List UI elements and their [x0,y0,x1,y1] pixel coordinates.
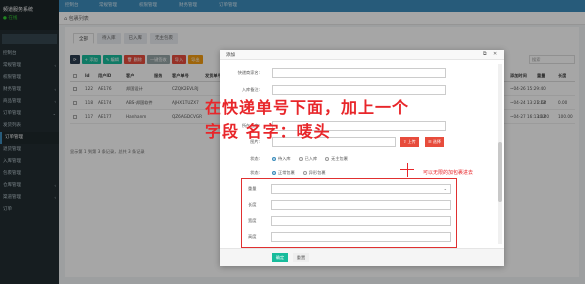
parcel-detail-box: 重量 ⌄ 长度 宽度 高度 [241,178,457,248]
radio-pending[interactable]: 待入库 [272,156,291,162]
field-label: 高度 [248,234,257,239]
height-input[interactable] [271,232,451,242]
radio-label: 异形包裹 [308,170,326,175]
type-radio-group: 正常包裹 异形包裹 [272,170,334,176]
radio-label: 正常包裹 [278,170,295,175]
annotation-text: 字段 名字：唛头 [205,122,331,141]
radio-dot [325,157,330,161]
form-row: 长度 [242,200,456,211]
radio-label: 无主包裹 [331,156,348,161]
length-input[interactable] [271,200,451,210]
radio-unclaimed[interactable]: 无主包裹 [325,156,348,162]
radio-normal[interactable]: 正常包裹 [272,170,295,176]
dialog-footer: 确定 重置 [220,248,504,266]
form-row: 快递商家名: [220,68,504,79]
dialog-title: 添加 [226,53,235,58]
weight-select[interactable]: ⌄ [271,184,451,194]
chevron-down-icon: ⌄ [443,186,447,191]
annotation-note: 可以无限的加包裹进去 [423,170,474,176]
radio-irregular[interactable]: 异形包裹 [302,170,326,176]
radio-dot [298,157,303,161]
form-row: 宽度 [242,216,456,227]
reset-button[interactable]: 重置 [293,253,309,262]
radio-stored[interactable]: 已入库 [298,156,318,162]
field-label: 状态: [250,156,260,161]
form-row: 重量 ⌄ [242,184,456,195]
field-label: 状态: [250,170,260,175]
annotation-text: 在快递单号下面，加上一个 [205,98,410,117]
upload-button[interactable]: ⇪ 上传 [400,137,419,147]
choose-button[interactable]: ☰ 选择 [425,137,444,147]
radio-label: 已入库 [304,156,318,161]
width-input[interactable] [271,216,451,226]
field-label: 入库备注: [241,87,260,92]
courier-input[interactable] [272,68,446,78]
field-label: 宽度 [248,218,257,223]
radio-dot [302,171,307,175]
add-dialog: 添加 ⧉ ✕ 快递商家名: 入库备注: 所在仓库: 图片: ⇪ 上传 ☰ 选择 … [220,50,504,266]
radio-dot [272,171,276,175]
radio-label: 待入库 [278,156,291,161]
field-label: 快递商家名: [237,70,260,75]
field-label: 长度 [248,202,257,207]
form-row: 高度 [242,232,456,243]
ok-button[interactable]: 确定 [272,253,288,262]
radio-dot [272,157,276,161]
annotation-plus-mark [407,163,408,177]
restore-icon[interactable]: ⧉ [483,51,487,57]
status-radio-group: 待入库 已入库 无主包裹 [272,156,356,162]
form-row: 状态: 待入库 已入库 无主包裹 [220,154,504,165]
dialog-header: 添加 ⧉ ✕ [220,50,504,60]
dialog-scrollbar-thumb[interactable] [498,142,502,202]
field-label: 重量 [248,186,257,191]
close-icon[interactable]: ✕ [493,51,497,57]
